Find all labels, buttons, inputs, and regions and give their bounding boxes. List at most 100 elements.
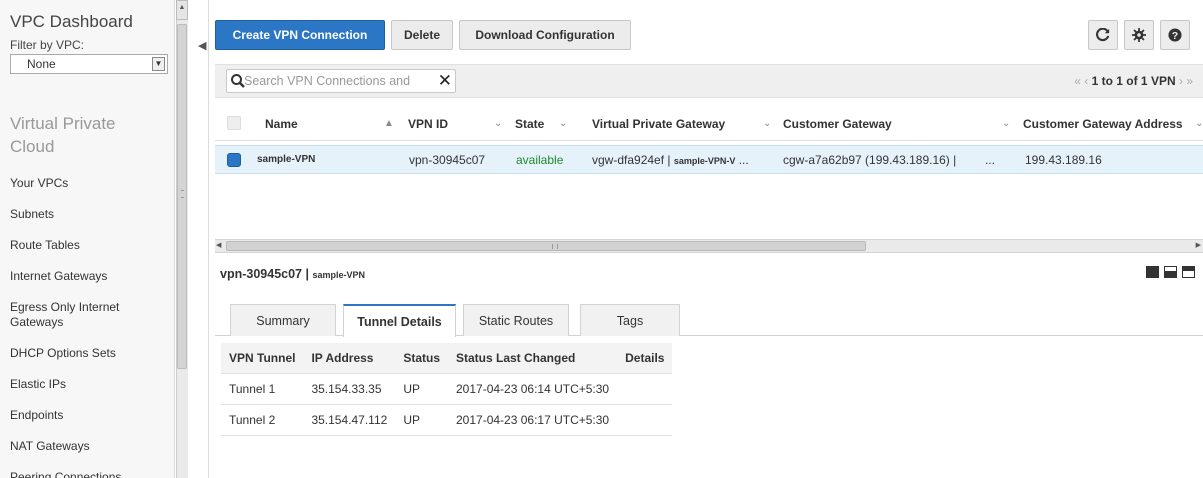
cell-state: available (516, 153, 564, 167)
column-header-label: Customer Gateway Address (1023, 117, 1183, 131)
sidebar-item-peering-connections[interactable]: Peering Connections (10, 467, 170, 478)
column-header-label: Name (265, 117, 298, 131)
column-header-name[interactable]: Name ▲ (265, 117, 394, 131)
horizontal-scrollbar[interactable]: ◀ ▶ (215, 239, 1203, 253)
table-row: Tunnel 2 35.154.47.112 UP 2017-04-23 06:… (221, 404, 673, 436)
sidebar-item-nat-gateways[interactable]: NAT Gateways (10, 436, 170, 467)
search-box[interactable]: ✕ (226, 69, 456, 93)
sidebar-item-your-vpcs[interactable]: Your VPCs (10, 173, 170, 204)
cell-details (617, 404, 673, 436)
details-title: vpn-30945c07 | sample-VPN (220, 267, 365, 281)
select-all-checkbox[interactable] (227, 116, 241, 130)
column-header-customer-gateway-address[interactable]: Customer Gateway Address ⌄ (1023, 117, 1203, 131)
sidebar: VPC Dashboard Filter by VPC: None ▼ Virt… (0, 0, 175, 478)
cell-details (617, 373, 673, 405)
sidebar-item-route-tables[interactable]: Route Tables (10, 235, 170, 266)
maximize-pane-icon[interactable] (1146, 266, 1159, 278)
cell-vpn-tunnel: Tunnel 1 (221, 373, 304, 405)
tab-static-routes[interactable]: Static Routes (463, 304, 569, 336)
grip-icon (181, 190, 184, 198)
create-vpn-connection-button[interactable]: Create VPN Connection (215, 20, 385, 50)
tab-summary[interactable]: Summary (230, 304, 336, 336)
sort-ascending-icon[interactable]: ▲ (384, 118, 394, 129)
chevron-down-icon: ▼ (152, 57, 165, 71)
cell-vpn-id: vpn-30945c07 (409, 153, 486, 167)
chevron-down-icon[interactable]: ⌄ (494, 118, 502, 129)
sidebar-item-internet-gateways[interactable]: Internet Gateways (10, 266, 170, 297)
search-bar-row: ✕ « ‹ 1 to 1 of 1 VPN › » (215, 64, 1203, 98)
pagination: « ‹ 1 to 1 of 1 VPN › » (1074, 74, 1193, 88)
column-header-vpn-id[interactable]: VPN ID ⌄ (408, 117, 502, 131)
sidebar-item-dhcp-options-sets[interactable]: DHCP Options Sets (10, 343, 170, 374)
sidebar-title[interactable]: VPC Dashboard (10, 12, 133, 32)
cell-customer-gateway: cgw-a7a62b97 (199.43.189.16) | ... (783, 153, 995, 167)
filter-by-vpc-label: Filter by VPC: (10, 38, 85, 52)
column-header-label: VPN ID (408, 117, 449, 131)
cell-status-last-changed: 2017-04-23 06:14 UTC+5:30 (448, 373, 618, 405)
column-header-status: Status (395, 343, 448, 374)
cell-customer-gateway-address: 199.43.189.16 (1025, 153, 1102, 167)
chevron-down-icon[interactable]: ⌄ (1195, 118, 1203, 129)
tunnel-details-table: VPN Tunnel IP Address Status Status Last… (221, 343, 673, 436)
table-header-row: VPN Tunnel IP Address Status Status Last… (221, 343, 673, 374)
cell-ip-address: 35.154.33.35 (303, 373, 396, 405)
split-pane-icon[interactable] (1164, 266, 1177, 278)
row-checkbox[interactable] (227, 153, 241, 167)
search-input[interactable] (244, 72, 434, 90)
sidebar-nav: Your VPCs Subnets Route Tables Internet … (10, 173, 170, 478)
tab-tunnel-details[interactable]: Tunnel Details (343, 304, 456, 337)
close-icon[interactable]: ✕ (438, 72, 452, 90)
column-header-state[interactable]: State ⌄ (515, 117, 567, 131)
pane-layout-controls (1146, 266, 1195, 278)
sidebar-item-endpoints[interactable]: Endpoints (10, 405, 170, 436)
chevron-down-icon[interactable]: ⌄ (1002, 118, 1010, 129)
sidebar-section-heading: Virtual Private Cloud (10, 114, 116, 156)
sidebar-item-elastic-ips[interactable]: Elastic IPs (10, 374, 170, 405)
cgw-ellipsis: ... (984, 153, 995, 167)
refresh-icon (1096, 28, 1110, 42)
minimize-pane-icon[interactable] (1182, 266, 1195, 278)
filter-by-vpc-select[interactable]: None ▼ (10, 54, 168, 74)
grip-icon (552, 244, 558, 249)
sidebar-scrollbar-thumb[interactable] (177, 24, 187, 369)
table-header: Name ▲ VPN ID ⌄ State ⌄ Virtual Private Gat… (215, 107, 1203, 141)
delete-button[interactable]: Delete (391, 20, 453, 50)
details-vpn-id: vpn-30945c07 | (220, 267, 309, 281)
last-page-icon[interactable]: » (1186, 74, 1193, 88)
column-header-virtual-private-gateway[interactable]: Virtual Private Gateway ⌄ (592, 117, 771, 131)
first-page-icon[interactable]: « (1074, 74, 1081, 88)
refresh-button[interactable] (1088, 20, 1118, 50)
tab-tags[interactable]: Tags (580, 304, 680, 336)
chevron-down-icon[interactable]: ⌄ (559, 118, 567, 129)
column-header-vpn-tunnel: VPN Tunnel (221, 343, 304, 374)
table-row[interactable]: sample-VPN vpn-30945c07 available vgw-df… (215, 145, 1203, 174)
column-header-label: Virtual Private Gateway (592, 117, 726, 131)
horizontal-scrollbar-thumb[interactable] (226, 241, 866, 251)
sidebar-item-egress-only-internet-gateways[interactable]: Egress Only Internet Gateways (10, 297, 170, 343)
cell-name: sample-VPN (257, 154, 316, 165)
previous-page-icon[interactable]: ‹ (1084, 74, 1088, 88)
download-configuration-button[interactable]: Download Configuration (459, 20, 631, 50)
sidebar-scroll-up-button[interactable]: ▲ (176, 0, 188, 20)
help-icon: ? (1168, 28, 1182, 42)
pagination-text: 1 to 1 of 1 VPN (1091, 74, 1176, 88)
gear-icon (1132, 28, 1146, 42)
column-header-status-last-changed: Status Last Changed (448, 343, 618, 374)
chevron-down-icon[interactable]: ⌄ (763, 118, 771, 129)
help-button[interactable]: ? (1160, 20, 1190, 50)
sidebar-item-subnets[interactable]: Subnets (10, 204, 170, 235)
vgw-ellipsis: ... (738, 153, 749, 167)
cell-vpn-tunnel: Tunnel 2 (221, 404, 304, 436)
table-row: Tunnel 1 35.154.33.35 UP 2017-04-23 06:1… (221, 373, 673, 405)
column-header-customer-gateway[interactable]: Customer Gateway ⌄ (783, 117, 1010, 131)
next-page-icon[interactable]: › (1179, 74, 1183, 88)
cell-ip-address: 35.154.47.112 (303, 404, 396, 436)
settings-button[interactable] (1124, 20, 1154, 50)
cgw-id: cgw-a7a62b97 (199.43.189.16) | (783, 153, 957, 167)
column-header-ip-address: IP Address (303, 343, 396, 374)
vgw-name: sample-VPN-V (673, 156, 736, 166)
scroll-left-icon[interactable]: ◀ (216, 241, 221, 249)
collapse-sidebar-icon[interactable]: ◀ (198, 39, 206, 52)
column-header-label: Customer Gateway (783, 117, 892, 131)
scroll-right-icon[interactable]: ▶ (1196, 241, 1201, 249)
